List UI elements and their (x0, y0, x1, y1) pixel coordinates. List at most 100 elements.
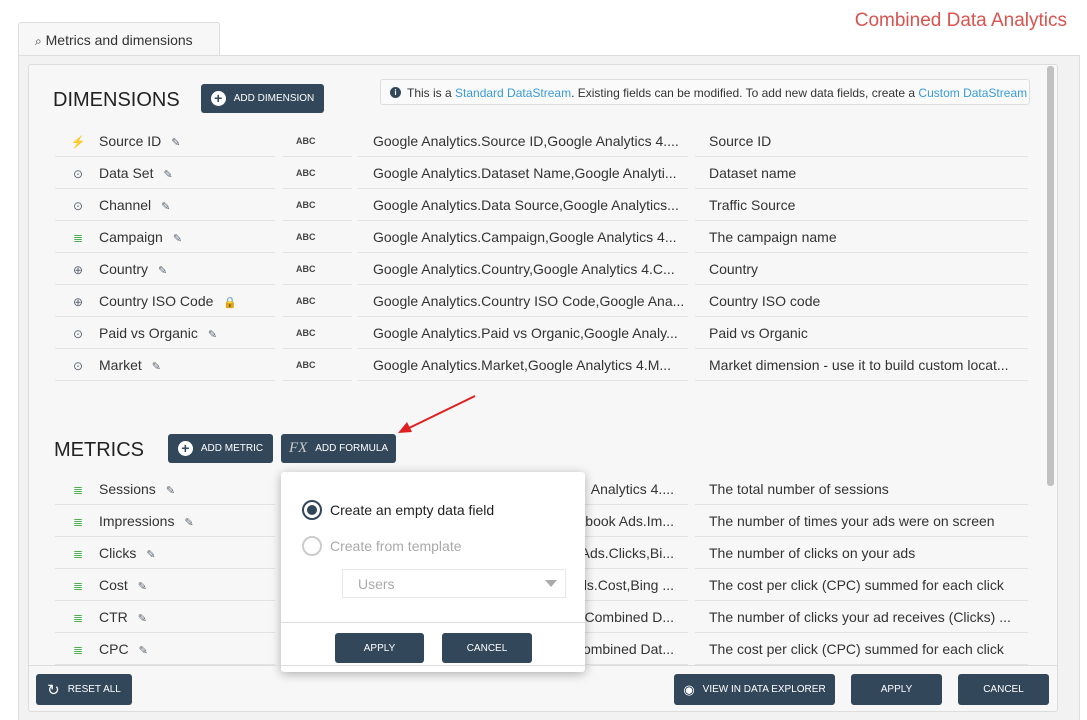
field-description: The total number of sessions (695, 474, 1028, 505)
dimensions-row[interactable]: ≣ Campaign ✎ ABC Google Analytics.Campaign… (55, 222, 1028, 254)
field-name: Clicks (99, 545, 137, 561)
pencil-icon[interactable]: ✎ (171, 137, 180, 149)
pencil-icon[interactable]: ✎ (173, 233, 182, 245)
field-name: Impressions (99, 513, 175, 529)
dimensions-row[interactable]: ⚡ Source ID ✎ ABC Google Analytics.Source … (55, 126, 1028, 158)
cancel-button[interactable]: CANCEL (958, 674, 1049, 705)
field-source: Google Analytics.Market,Google Analytics… (358, 350, 688, 381)
add-metric-button[interactable]: + ADD METRIC (168, 434, 273, 463)
dimensions-row[interactable]: ⊙ Channel ✎ ABC Google Analytics.Data Sour… (55, 190, 1028, 222)
template-select[interactable]: Users (342, 569, 566, 598)
fx-icon: fx (288, 440, 308, 456)
field-description: The campaign name (695, 222, 1028, 253)
scrollbar[interactable] (1047, 66, 1054, 486)
target-icon: ⊙ (72, 167, 84, 181)
pencil-icon[interactable]: ✎ (138, 581, 147, 593)
field-name: Cost (99, 577, 128, 593)
pencil-icon[interactable]: ✎ (152, 361, 161, 373)
target-icon: ⊙ (72, 327, 84, 341)
app-title: Combined Data Analytics (854, 10, 1067, 31)
field-description: Dataset name (695, 158, 1028, 189)
field-type: ABC (282, 190, 352, 221)
option-template-label[interactable]: Create from template (330, 538, 462, 554)
dimensions-heading: DIMENSIONS (53, 89, 180, 111)
field-name: Market (99, 357, 142, 373)
database-icon: ≣ (72, 643, 84, 657)
add-dimension-button[interactable]: + ADD DIMENSION (201, 84, 324, 113)
pencil-icon[interactable]: ✎ (184, 517, 193, 529)
field-name: Channel (99, 197, 152, 213)
info-icon: i (390, 87, 401, 98)
field-description: Country (695, 254, 1028, 285)
lock-icon[interactable]: 🔒 (223, 297, 237, 309)
database-icon: ≣ (72, 483, 84, 497)
field-source: Google Analytics.Campaign,Google Analyti… (358, 222, 688, 253)
field-source: Google Analytics.Data Source,Google Anal… (358, 190, 688, 221)
dimensions-row[interactable]: ⊙ Market ✎ ABC Google Analytics.Market,Goo… (55, 350, 1028, 382)
field-name: CTR (99, 609, 128, 625)
field-type: ABC (282, 126, 352, 157)
add-formula-popup: Create an empty data field Create from t… (281, 472, 585, 672)
pencil-icon[interactable]: ✎ (208, 329, 217, 341)
field-source: Google Analytics.Country,Google Analytic… (358, 254, 688, 285)
database-icon: ≣ (72, 515, 84, 529)
target-icon: ⊙ (72, 359, 84, 373)
refresh-icon: ↻ (47, 681, 60, 699)
footer-divider (29, 665, 1057, 666)
annotation-arrow (398, 395, 476, 433)
pencil-icon[interactable]: ✎ (161, 201, 170, 213)
radio-from-template[interactable] (302, 536, 322, 556)
view-in-data-explorer-button[interactable]: ◉ VIEW IN DATA EXPLORER (674, 674, 835, 705)
field-description: The cost per click (CPC) summed for each… (695, 634, 1028, 665)
field-description: Country ISO code (695, 286, 1028, 317)
field-description: Traffic Source (695, 190, 1028, 221)
pencil-icon[interactable]: ✎ (146, 549, 155, 561)
field-description: Market dimension - use it to build custo… (695, 350, 1028, 381)
target-icon: ⊙ (72, 199, 84, 213)
metrics-heading: METRICS (54, 439, 144, 461)
database-icon: ≣ (72, 579, 84, 593)
plug-icon: ⚡ (70, 135, 86, 149)
field-description: The number of clicks your ad receives (C… (695, 602, 1028, 633)
add-formula-button[interactable]: fx ADD FORMULA (281, 434, 396, 463)
field-name: Paid vs Organic (99, 325, 198, 341)
field-type: ABC (282, 286, 352, 317)
field-name: CPC (99, 641, 129, 657)
dimensions-row[interactable]: ⊙ Paid vs Organic ✎ ABC Google Analytics.P… (55, 318, 1028, 350)
reset-all-button[interactable]: ↻ RESET ALL (36, 674, 132, 705)
field-name: Data Set (99, 165, 154, 181)
globe-icon: ⊕ (72, 263, 84, 277)
pencil-icon[interactable]: ✎ (138, 613, 147, 625)
field-source: Google Analytics.Country ISO Code,Google… (358, 286, 688, 317)
dimensions-row[interactable]: ⊕ Country ✎ ABC Google Analytics.Country,G… (55, 254, 1028, 286)
info-banner: i This is a Standard DataStream. Existing… (380, 79, 1030, 105)
option-empty-field-label[interactable]: Create an empty data field (330, 502, 494, 518)
field-type: ABC (282, 350, 352, 381)
field-name: Country (99, 261, 149, 277)
pencil-icon[interactable]: ✎ (163, 169, 172, 181)
pencil-icon[interactable]: ✎ (166, 485, 175, 497)
field-type: ABC (282, 222, 352, 253)
tab-metrics-and-dimensions[interactable]: ⌕ Metrics and dimensions (18, 22, 220, 56)
field-name: Country ISO Code (99, 293, 214, 309)
field-type: ABC (282, 254, 352, 285)
field-description: The number of clicks on your ads (695, 538, 1028, 569)
field-description: Paid vs Organic (695, 318, 1028, 349)
popup-cancel-button[interactable]: CANCEL (442, 633, 532, 663)
popup-apply-button[interactable]: APPLY (335, 633, 424, 663)
globe-icon: ⊕ (72, 295, 84, 309)
field-description: The number of times your ads were on scr… (695, 506, 1028, 537)
dimensions-row[interactable]: ⊙ Data Set ✎ ABC Google Analytics.Dataset … (55, 158, 1028, 190)
standard-datastream-link[interactable]: Standard DataStream (455, 86, 571, 100)
field-description: Source ID (695, 126, 1028, 157)
field-description: The cost per click (CPC) summed for each… (695, 570, 1028, 601)
field-name: Sessions (99, 481, 156, 497)
pencil-icon[interactable]: ✎ (158, 265, 167, 277)
dimensions-row[interactable]: ⊕ Country ISO Code 🔒 ABC Google Analytics.… (55, 286, 1028, 318)
pencil-icon[interactable]: ✎ (139, 645, 148, 657)
radio-empty-field[interactable] (302, 500, 322, 520)
custom-datastream-link[interactable]: Custom DataStream (918, 86, 1027, 100)
database-icon: ≣ (72, 547, 84, 561)
apply-button[interactable]: APPLY (851, 674, 942, 705)
field-source: Google Analytics.Paid vs Organic,Google … (358, 318, 688, 349)
